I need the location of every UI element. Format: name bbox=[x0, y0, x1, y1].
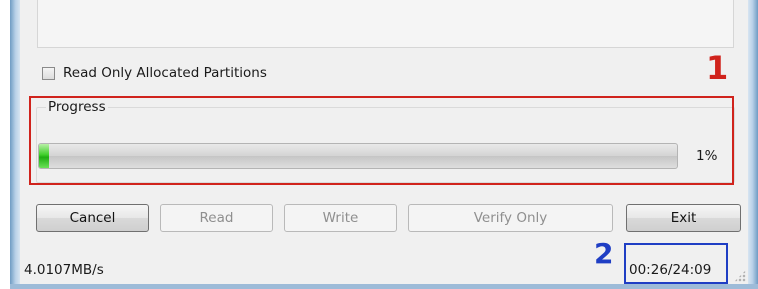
window-frame-left bbox=[10, 0, 20, 289]
read-only-allocated-partitions-option[interactable]: Read Only Allocated Partitions bbox=[42, 63, 267, 83]
exit-button[interactable]: Exit bbox=[626, 204, 741, 232]
cancel-button[interactable]: Cancel bbox=[36, 204, 149, 232]
read-button[interactable]: Read bbox=[160, 204, 273, 232]
status-elapsed-remaining-time: 00:26/24:09 bbox=[629, 262, 712, 278]
log-panel bbox=[37, 0, 734, 48]
status-speed: 4.0107MB/s bbox=[24, 262, 104, 278]
write-button[interactable]: Write bbox=[284, 204, 397, 232]
window-frame-bottom bbox=[10, 284, 758, 289]
read-only-allocated-partitions-checkbox[interactable] bbox=[42, 66, 55, 80]
read-only-allocated-partitions-label: Read Only Allocated Partitions bbox=[63, 65, 267, 81]
window-client-area: Read Only Allocated Partitions Progress … bbox=[20, 0, 748, 284]
window-frame-right bbox=[748, 0, 758, 289]
resize-grip[interactable] bbox=[734, 270, 746, 282]
annotation-number-2: 2 bbox=[594, 237, 614, 270]
verify-only-button[interactable]: Verify Only bbox=[408, 204, 613, 232]
annotation-number-1: 1 bbox=[706, 49, 729, 87]
annotation-box-1 bbox=[29, 96, 734, 185]
